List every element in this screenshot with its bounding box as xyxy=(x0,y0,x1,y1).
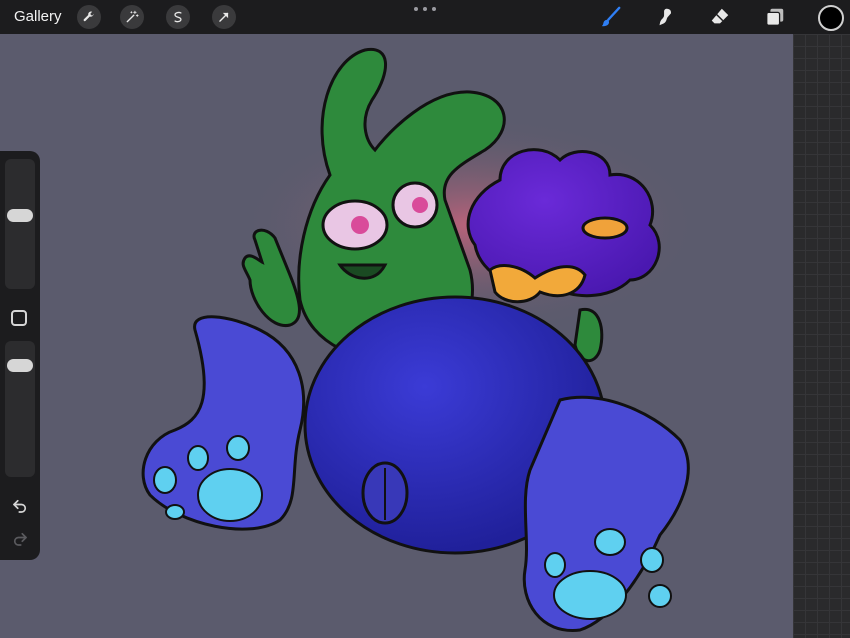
opacity-knob[interactable] xyxy=(7,358,33,372)
brush-size-slider[interactable] xyxy=(5,159,35,289)
redo-button[interactable] xyxy=(10,529,30,549)
transform-button[interactable] xyxy=(212,5,236,29)
sidebar xyxy=(0,151,40,560)
opacity-slider[interactable] xyxy=(5,341,35,477)
undo-icon xyxy=(13,499,27,513)
brush-icon xyxy=(601,6,621,27)
undo-button[interactable] xyxy=(10,496,30,516)
adjustments-button[interactable] xyxy=(120,5,144,29)
top-toolbar: Gallery xyxy=(0,0,850,34)
eraser-tool-button[interactable] xyxy=(708,5,732,29)
more-options-icon[interactable] xyxy=(414,5,436,13)
brush-tool-button[interactable] xyxy=(599,5,623,29)
smudge-tool-button[interactable] xyxy=(653,5,677,29)
layers-button[interactable] xyxy=(763,5,787,29)
wrench-icon xyxy=(83,11,94,22)
smudge-icon xyxy=(659,8,672,26)
actions-button[interactable] xyxy=(77,5,101,29)
layers-icon xyxy=(766,8,784,26)
eraser-icon xyxy=(711,8,729,24)
redo-icon xyxy=(13,532,27,546)
brush-size-knob[interactable] xyxy=(7,208,33,222)
modify-button[interactable] xyxy=(11,310,27,326)
drawing-canvas[interactable] xyxy=(0,34,793,638)
magic-wand-icon xyxy=(126,10,139,23)
gallery-button[interactable]: Gallery xyxy=(14,8,62,26)
selection-icon xyxy=(174,11,182,23)
transform-arrow-icon xyxy=(219,12,229,22)
canvas-grid-edge xyxy=(793,34,850,638)
color-picker-button[interactable] xyxy=(818,5,844,31)
artwork-illustration xyxy=(141,47,700,632)
selection-button[interactable] xyxy=(166,5,190,29)
